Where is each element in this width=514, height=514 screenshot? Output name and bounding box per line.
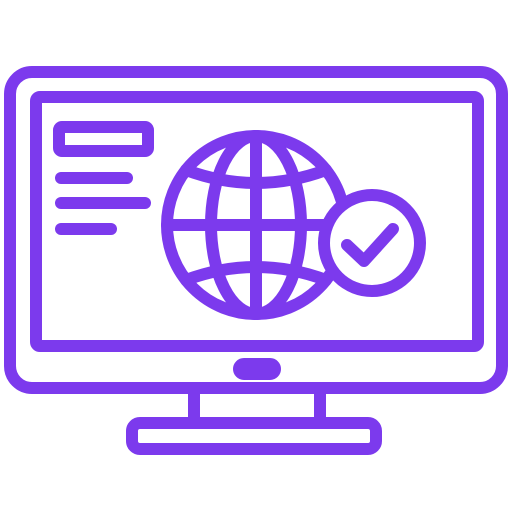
monitor-stand-base [126, 417, 382, 455]
check-badge [318, 189, 426, 297]
monitor-power-indicator [233, 358, 281, 380]
globe-icon [161, 130, 351, 320]
content-title-bar [53, 121, 154, 157]
check-badge-circle [318, 189, 426, 297]
monitor-stand-neck [188, 384, 326, 426]
monitor-globe-check-icon [4, 66, 508, 455]
icon-canvas [0, 0, 514, 514]
